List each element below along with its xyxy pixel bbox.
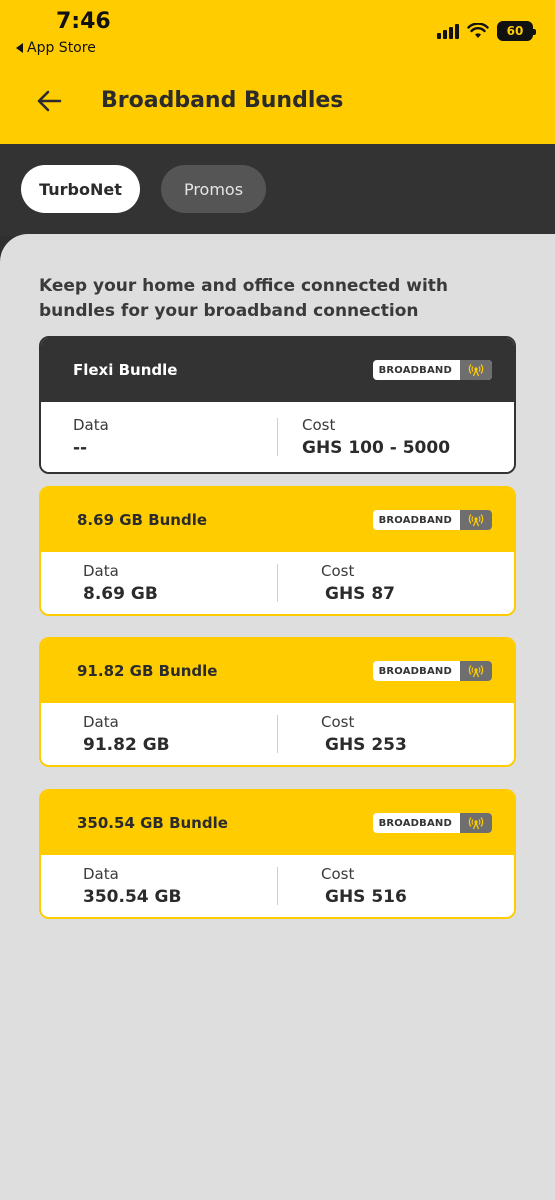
bundle-card-body: Data 91.82 GB Cost GHS 253	[41, 703, 514, 765]
data-column: Data 91.82 GB	[83, 713, 170, 755]
cost-label: Cost	[321, 865, 355, 883]
arrow-left-icon[interactable]	[34, 86, 64, 116]
data-label: Data	[83, 562, 119, 580]
back-triangle-icon	[16, 43, 23, 53]
cost-label: Cost	[302, 416, 336, 434]
data-label: Data	[83, 865, 119, 883]
antenna-icon	[460, 360, 492, 380]
broadband-badge: BROADBAND	[372, 661, 492, 681]
page-title: Broadband Bundles	[101, 88, 344, 113]
data-value: 91.82 GB	[83, 735, 170, 755]
bundle-card-header: Flexi Bundle BROADBAND	[41, 338, 514, 402]
bundle-name: Flexi Bundle	[73, 361, 178, 379]
antenna-icon	[460, 510, 492, 530]
data-value: --	[73, 438, 88, 458]
data-column: Data 350.54 GB	[83, 865, 181, 907]
data-column: Data --	[73, 416, 109, 458]
cost-value: GHS 87	[325, 584, 396, 604]
bundle-name: 350.54 GB Bundle	[77, 814, 228, 832]
bundle-card-header: 350.54 GB Bundle BROADBAND	[41, 791, 514, 855]
badge-label: BROADBAND	[378, 364, 452, 376]
column-divider	[277, 867, 278, 905]
status-time: 7:46	[56, 9, 111, 34]
data-value: 8.69 GB	[83, 584, 158, 604]
cost-value: GHS 253	[325, 735, 407, 755]
badge-label: BROADBAND	[378, 817, 452, 829]
cost-value: GHS 516	[325, 887, 407, 907]
broadband-badge: BROADBAND	[372, 360, 492, 380]
bundle-card-91-82gb[interactable]: 91.82 GB Bundle BROADBAND Data 91.82 GB …	[39, 637, 516, 767]
bundle-card-header: 8.69 GB Bundle BROADBAND	[41, 488, 514, 552]
app-store-back-link[interactable]: App Store	[16, 40, 96, 56]
data-label: Data	[73, 416, 109, 434]
column-divider	[277, 418, 278, 456]
cost-column: Cost GHS 100 - 5000	[302, 416, 450, 458]
data-value: 350.54 GB	[83, 887, 182, 907]
intro-text: Keep your home and office connected with…	[39, 276, 449, 321]
cost-label: Cost	[321, 713, 355, 731]
column-divider	[277, 564, 278, 602]
cost-column: Cost GHS 87	[321, 562, 395, 604]
bundle-card-8-69gb[interactable]: 8.69 GB Bundle BROADBAND Data 8.69 GB Co…	[39, 486, 516, 616]
data-column: Data 8.69 GB	[83, 562, 158, 604]
badge-label: BROADBAND	[378, 514, 452, 526]
cost-label: Cost	[321, 562, 355, 580]
bundle-card-flexi[interactable]: Flexi Bundle BROADBAND Data -- Cost GHS …	[39, 336, 516, 474]
broadband-badge: BROADBAND	[372, 510, 492, 530]
bundle-card-body: Data 8.69 GB Cost GHS 87	[41, 552, 514, 614]
bundle-card-header: 91.82 GB Bundle BROADBAND	[41, 639, 514, 703]
cost-value: GHS 100 - 5000	[302, 438, 451, 458]
bundle-list-area: Keep your home and office connected with…	[0, 234, 555, 1200]
battery-icon: 60	[497, 21, 536, 41]
bundle-card-body: Data -- Cost GHS 100 - 5000	[41, 402, 514, 472]
app-header: 7:46 App Store 60 Broadband Bundles	[0, 0, 555, 144]
antenna-icon	[460, 661, 492, 681]
data-label: Data	[83, 713, 119, 731]
tab-promos[interactable]: Promos	[161, 165, 266, 213]
cellular-signal-icon	[437, 23, 459, 39]
antenna-icon	[460, 813, 492, 833]
status-icons: 60	[437, 21, 536, 41]
battery-level: 60	[506, 24, 524, 38]
cost-column: Cost GHS 253	[321, 713, 407, 755]
cost-column: Cost GHS 516	[321, 865, 407, 907]
broadband-badge: BROADBAND	[372, 813, 492, 833]
app-store-label: App Store	[27, 40, 96, 56]
bundle-card-body: Data 350.54 GB Cost GHS 516	[41, 855, 514, 917]
bundle-name: 91.82 GB Bundle	[77, 662, 218, 680]
tab-turbonet[interactable]: TurboNet	[21, 165, 140, 213]
tab-bar: TurboNet Promos	[0, 144, 555, 236]
bundle-name: 8.69 GB Bundle	[77, 511, 208, 529]
wifi-icon	[467, 23, 489, 38]
bundle-card-350-54gb[interactable]: 350.54 GB Bundle BROADBAND Data 350.54 G…	[39, 789, 516, 919]
column-divider	[277, 715, 278, 753]
badge-label: BROADBAND	[378, 665, 452, 677]
